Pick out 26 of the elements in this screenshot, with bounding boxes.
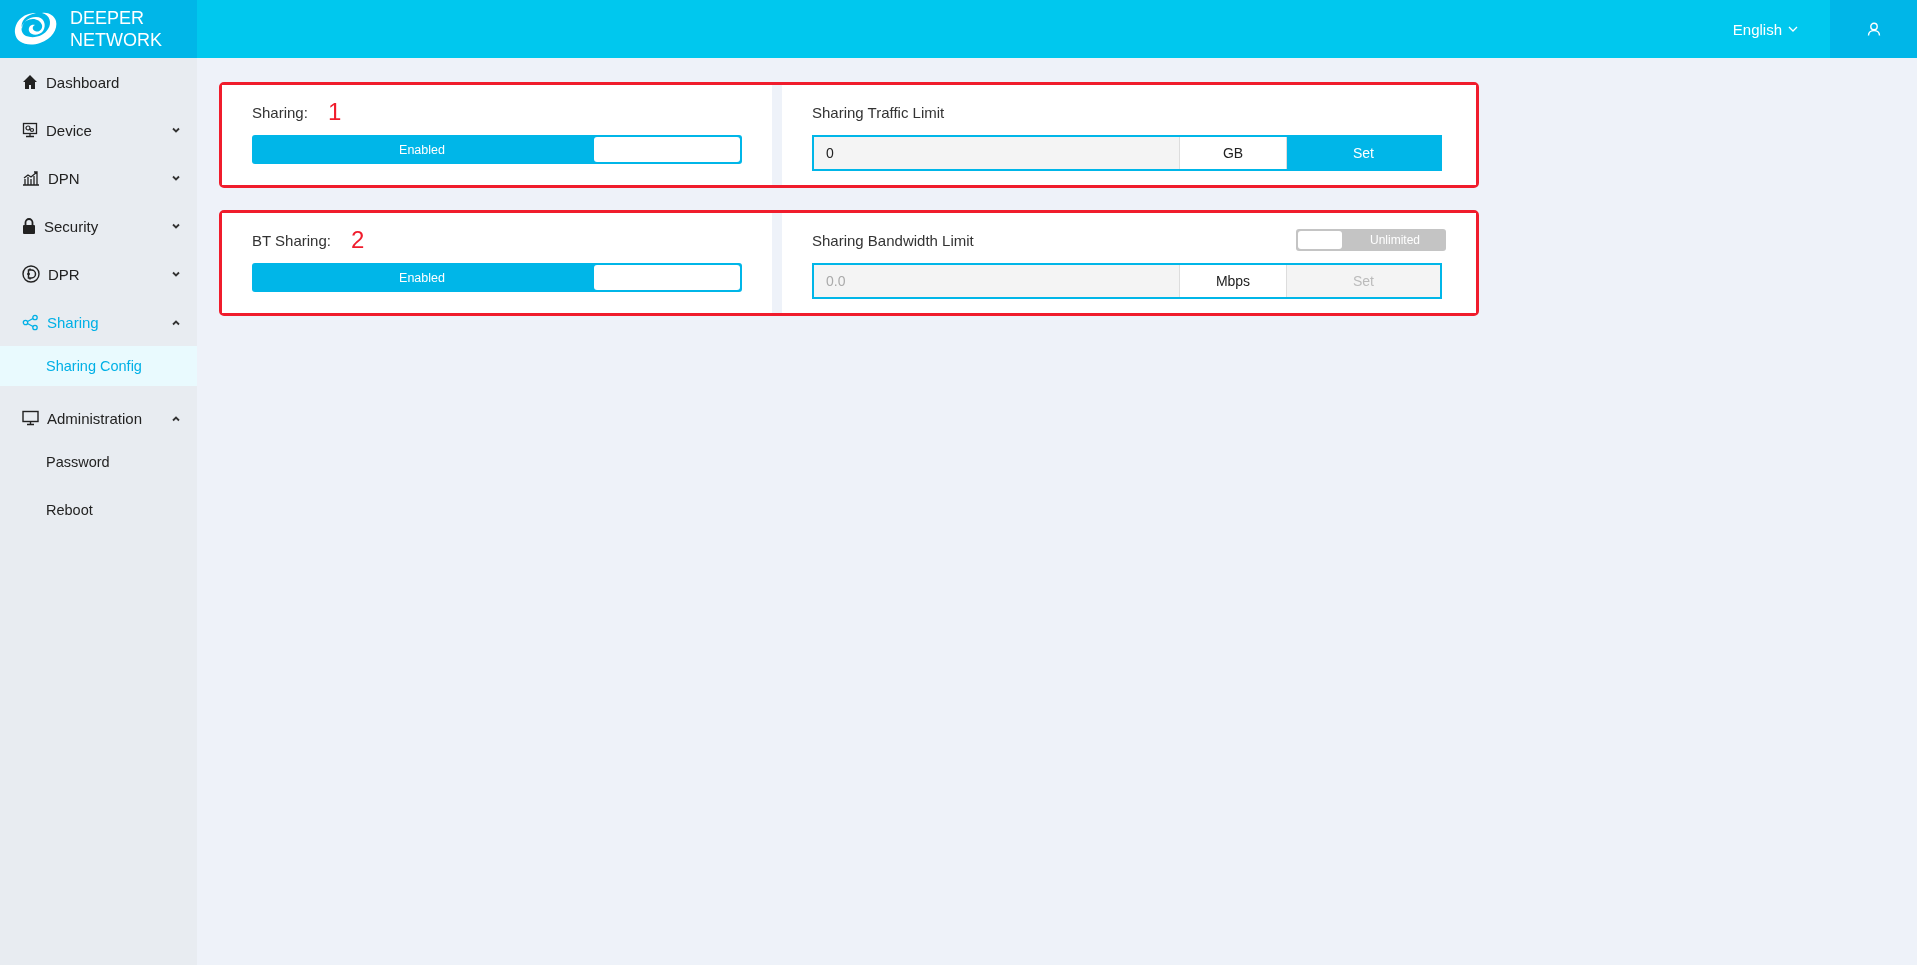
annotation-number: 1: [327, 98, 342, 126]
sidebar-item[interactable]: Security: [0, 202, 197, 250]
setting-label: BT Sharing:: [252, 231, 331, 249]
user-button[interactable]: [1830, 0, 1917, 58]
share-icon: [22, 313, 39, 331]
sidebar-subitem[interactable]: Reboot: [0, 490, 197, 530]
brand-name: DEEPER NETWORK: [70, 7, 162, 51]
coin-icon: [22, 265, 40, 283]
annotation-number: 2: [350, 226, 365, 254]
chevron-down-icon: [1788, 25, 1798, 33]
monitor-icon: [22, 410, 39, 426]
sidebar-item[interactable]: Device: [0, 106, 197, 154]
monitor-gears-icon: [22, 122, 38, 138]
limit-title: Sharing Traffic Limit: [812, 103, 945, 121]
limit-input[interactable]: 0: [814, 137, 1180, 169]
limit-title: Sharing Bandwidth Limit: [812, 231, 974, 249]
sidebar-item[interactable]: Dashboard: [0, 58, 197, 106]
home-icon: [22, 74, 38, 90]
sidebar-item[interactable]: DPN: [0, 154, 197, 202]
setting-label: Sharing:: [252, 103, 308, 121]
user-icon: [1866, 22, 1881, 36]
sidebar-item[interactable]: Administration: [0, 394, 197, 442]
bar-chart-icon: [22, 170, 40, 186]
sidebar-subitem[interactable]: Password: [0, 442, 197, 482]
lock-icon: [22, 218, 36, 234]
sidebar-item[interactable]: DPR: [0, 250, 197, 298]
